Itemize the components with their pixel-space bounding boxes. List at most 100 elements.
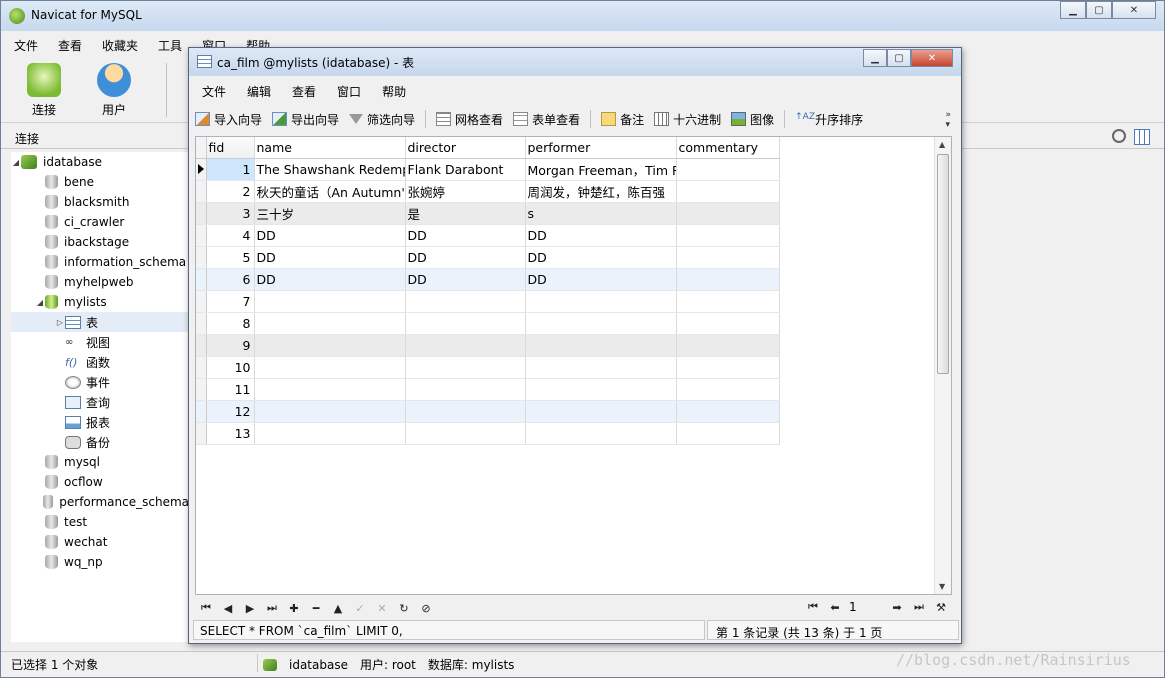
table-row[interactable]: 7 [196,290,780,313]
row-indicator[interactable] [196,334,207,357]
cell-name[interactable]: DD [254,246,406,269]
cell-name[interactable] [254,290,406,313]
cell-performer[interactable]: DD [525,246,677,269]
column-header-fid[interactable]: fid [206,137,255,159]
table-row[interactable]: 11 [196,378,780,401]
cell-fid[interactable]: 13 [206,422,255,445]
cell-performer[interactable]: 周润发，钟楚红，陈百强 [525,180,677,203]
cell-director[interactable] [405,422,526,445]
cell-fid[interactable]: 3 [206,202,255,225]
prev-page-icon[interactable]: ⬅ [824,601,846,614]
cell-fid[interactable]: 11 [206,378,255,401]
row-indicator[interactable] [196,158,207,181]
discard-changes-icon[interactable]: ✕ [371,602,393,615]
cell-fid[interactable]: 2 [206,180,255,203]
tree-database-wq-np[interactable]: wq_np [11,552,188,572]
table-maximize-button[interactable]: ▢ [887,49,911,67]
cell-performer[interactable]: DD [525,268,677,291]
row-indicator[interactable] [196,378,207,401]
menu-file[interactable]: 文件 [7,33,51,55]
column-header-name[interactable]: name [254,137,406,159]
tree-database-performance-schema[interactable]: performance_schema [11,492,188,512]
page-number-input[interactable]: 1 [846,599,886,615]
cell-name[interactable]: DD [254,268,406,291]
cell-name[interactable] [254,400,406,423]
first-page-icon[interactable]: ⏮ [802,600,824,614]
filter-wizard-button[interactable]: 筛选向导 [349,111,415,128]
column-header-commentary[interactable]: commentary [676,137,780,159]
tree-database-information-schema[interactable]: information_schema [11,252,188,272]
tree-database-mysql[interactable]: mysql [11,452,188,472]
tree-item-backups[interactable]: 备份 [11,432,188,452]
cell-commentary[interactable] [676,378,780,401]
add-record-icon[interactable]: ✚ [283,602,305,615]
cell-performer[interactable] [525,356,677,379]
tree-database-ibackstage[interactable]: ibackstage [11,232,188,252]
last-record-icon[interactable]: ⏭ [261,601,283,615]
cell-performer[interactable] [525,334,677,357]
row-indicator[interactable] [196,224,207,247]
sort-asc-button[interactable]: ↑AZ 升序排序 [795,111,863,128]
cell-fid[interactable]: 1 [206,158,255,181]
tree-database-wechat[interactable]: wechat [11,532,188,552]
first-record-icon[interactable]: ⏮ [195,601,217,615]
cell-performer[interactable] [525,312,677,335]
connect-button[interactable]: 连接 [19,63,69,118]
cell-director[interactable] [405,334,526,357]
cell-fid[interactable]: 5 [206,246,255,269]
cell-name[interactable]: 秋天的童话（An Autumn's [254,180,406,203]
cell-performer[interactable]: Morgan Freeman，Tim R [525,158,677,181]
cell-performer[interactable]: DD [525,224,677,247]
cell-director[interactable]: DD [405,268,526,291]
cell-commentary[interactable] [676,158,780,181]
menu-view[interactable]: 查看 [51,33,95,55]
expand-icon[interactable]: ▷ [55,318,65,327]
vertical-scrollbar[interactable]: ▲ ▼ [934,137,951,594]
cell-director[interactable]: 张婉婷 [405,180,526,203]
cell-director[interactable]: DD [405,224,526,247]
cell-commentary[interactable] [676,290,780,313]
tree-item-functions[interactable]: f() 函数 [11,352,188,372]
maximize-button[interactable]: ▢ [1086,1,1112,19]
table-row[interactable]: 10 [196,356,780,379]
cell-commentary[interactable] [676,180,780,203]
export-wizard-button[interactable]: 导出向导 [272,111,339,128]
row-indicator[interactable] [196,246,207,269]
edit-record-icon[interactable]: ▲ [327,602,349,615]
table-row[interactable]: 2 秋天的童话（An Autumn's 张婉婷 周润发，钟楚红，陈百强 [196,180,780,203]
cell-name[interactable] [254,356,406,379]
cell-fid[interactable]: 10 [206,356,255,379]
cell-director[interactable] [405,400,526,423]
cell-performer[interactable] [525,378,677,401]
cell-director[interactable] [405,312,526,335]
row-indicator[interactable] [196,290,207,313]
column-header-performer[interactable]: performer [525,137,677,159]
table-menu-edit[interactable]: 编辑 [240,80,285,102]
scroll-down-icon[interactable]: ▼ [939,582,945,591]
row-indicator[interactable] [196,422,207,445]
cell-name[interactable] [254,378,406,401]
row-indicator[interactable] [196,356,207,379]
cell-director[interactable]: 是 [405,202,526,225]
tree-database-bene[interactable]: bene [11,172,188,192]
cell-name[interactable] [254,422,406,445]
table-row[interactable]: 6 DD DD DD [196,268,780,291]
cell-name[interactable] [254,334,406,357]
tree-item-events[interactable]: 事件 [11,372,188,392]
cell-commentary[interactable] [676,400,780,423]
prev-record-icon[interactable]: ◀ [217,602,239,615]
tree-item-views[interactable]: ∞ 视图 [11,332,188,352]
table-row[interactable]: 4 DD DD DD [196,224,780,247]
close-button[interactable]: ✕ [1112,1,1156,19]
table-row[interactable]: 5 DD DD DD [196,246,780,269]
cell-fid[interactable]: 6 [206,268,255,291]
scroll-up-icon[interactable]: ▲ [939,140,945,149]
search-icon[interactable] [1112,129,1126,143]
cell-commentary[interactable] [676,202,780,225]
cell-director[interactable] [405,290,526,313]
column-header-director[interactable]: director [405,137,526,159]
scroll-thumb[interactable] [937,154,949,374]
table-row[interactable]: 13 [196,422,780,445]
table-minimize-button[interactable]: ▁ [863,49,887,67]
refresh-icon[interactable]: ↻ [393,602,415,615]
